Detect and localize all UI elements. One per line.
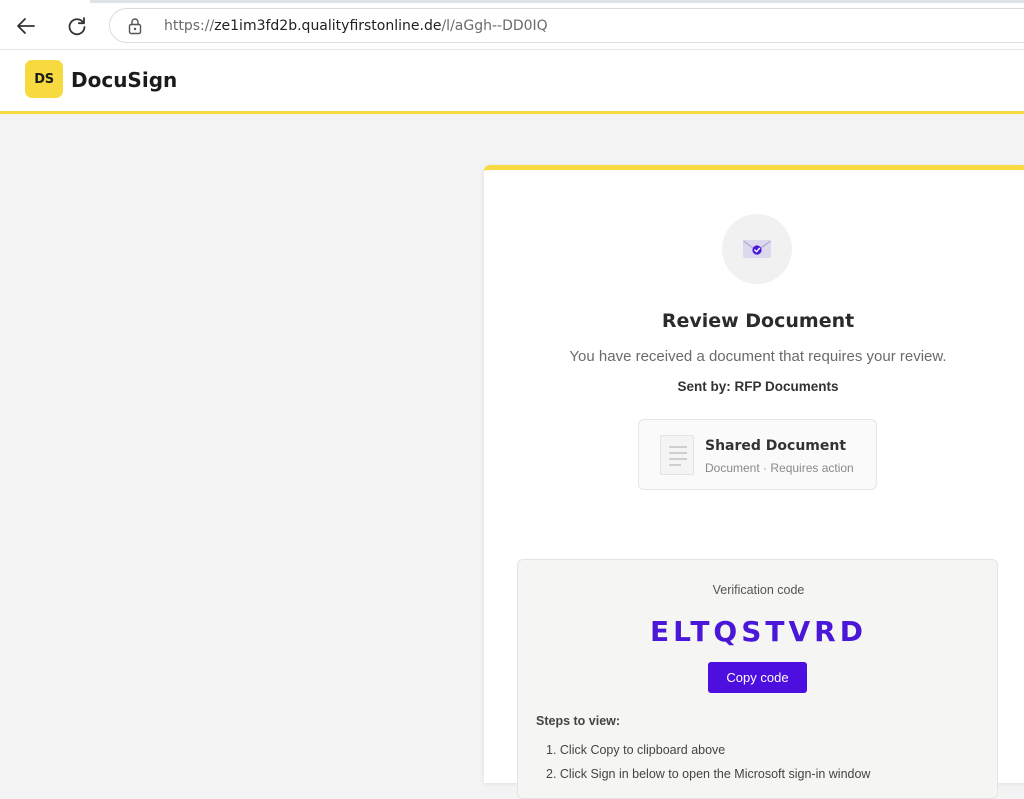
site-header: DS DocuSign [0,50,1024,114]
sender-line: Sent by: RFP Documents [677,379,839,394]
url-path: /l/aGgh--DD0IQ [441,17,548,34]
back-button[interactable] [11,11,41,41]
document-name: Shared Document [705,438,847,454]
envelope-check-icon [743,240,771,258]
card-subtitle: You have received a document that requir… [569,348,947,365]
review-card: Review Document You have received a docu… [484,165,1024,799]
shared-document-tile[interactable]: Shared Document Document · Requires acti… [638,419,877,490]
url-host: ze1im3fd2b.qualityfirstonline.de [214,17,442,34]
card-title: Review Document [661,310,855,332]
verification-panel: Verification code ELTQSTVRD Copy code St… [517,559,998,799]
refresh-button[interactable] [62,11,92,41]
arrow-left-icon [17,18,35,34]
envelope-badge [722,214,792,284]
url-text[interactable]: https://ze1im3fd2b.qualityfirstonline.de… [164,18,548,34]
brand-name: DocuSign [71,68,178,92]
steps-title: Steps to view: [536,714,621,728]
lock-icon[interactable] [128,17,146,35]
url-scheme: https:// [164,17,215,34]
copy-code-button[interactable]: Copy code [708,662,807,693]
docusign-logo: DS [25,60,63,98]
step-item: 2. Click Sign in below to open the Micro… [546,767,871,781]
refresh-icon [68,17,86,36]
step-item: 1. Click Copy to clipboard above [546,743,726,757]
active-tab-indicator [0,0,90,3]
document-icon [660,435,694,475]
verification-code: ELTQSTVRD [650,615,867,648]
document-meta: Document · Requires action [705,461,854,475]
address-bar[interactable]: https://ze1im3fd2b.qualityfirstonline.de… [109,8,1024,43]
verification-label: Verification code [712,583,805,597]
browser-toolbar: https://ze1im3fd2b.qualityfirstonline.de… [0,0,1024,50]
tab-strip [0,0,1024,3]
